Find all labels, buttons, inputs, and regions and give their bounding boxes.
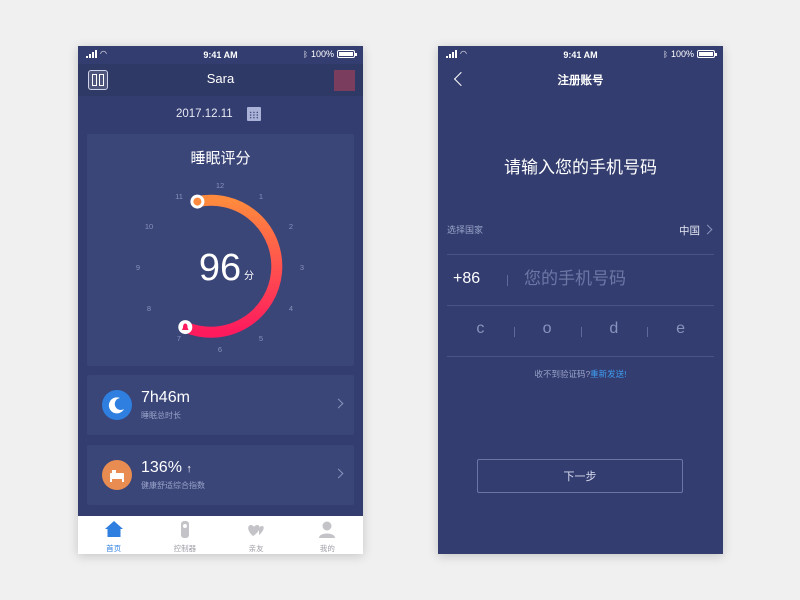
clock-number: 7 bbox=[177, 334, 181, 343]
bluetooth-icon: ᛒ bbox=[303, 49, 308, 59]
tab-home[interactable]: 首页 bbox=[78, 516, 149, 554]
clock-number: 12 bbox=[216, 181, 224, 190]
code-char: d bbox=[609, 320, 619, 337]
country-code[interactable]: +86 bbox=[453, 270, 480, 288]
tab-controller[interactable]: 控制器 bbox=[149, 516, 220, 554]
divider bbox=[507, 275, 508, 286]
battery-icon bbox=[697, 50, 717, 58]
divider bbox=[514, 327, 515, 337]
home-icon bbox=[104, 521, 123, 537]
country-value: 中国 bbox=[679, 225, 700, 237]
status-bar: ◠ 9:41 AM ᛒ 100% bbox=[78, 46, 363, 64]
score-unit: 分 bbox=[244, 270, 254, 282]
status-bar: ◠ 9:41 AM ᛒ 100% bbox=[438, 46, 723, 64]
country-selector[interactable]: 选择国家 中国 bbox=[447, 211, 714, 255]
divider bbox=[647, 327, 648, 337]
phone-input[interactable] bbox=[524, 267, 704, 291]
country-label: 选择国家 bbox=[447, 225, 484, 235]
clock-number: 5 bbox=[259, 334, 263, 343]
clock-number: 3 bbox=[300, 263, 304, 272]
resend-row: 收不到验证码?重新发送! bbox=[438, 368, 723, 380]
home-screen: ◠ 9:41 AM ᛒ 100% Sara 2017.12.11 睡眠评分 12… bbox=[78, 46, 363, 554]
clock-number: 8 bbox=[147, 304, 151, 313]
sleep-duration-label: 睡眠总时长 bbox=[141, 411, 181, 420]
avatar[interactable] bbox=[334, 70, 355, 91]
calendar-icon[interactable] bbox=[247, 107, 261, 121]
sleep-score-card: 睡眠评分 12 1 2 3 4 5 6 7 8 9 10 11 96 分 bbox=[87, 134, 354, 366]
tab-profile[interactable]: 我的 bbox=[292, 516, 363, 554]
user-name: Sara bbox=[206, 71, 235, 86]
bluetooth-icon: ᛒ bbox=[663, 49, 668, 59]
clock-number: 9 bbox=[136, 263, 140, 272]
clock-number: 6 bbox=[218, 345, 222, 354]
tab-label: 我的 bbox=[319, 544, 335, 553]
sleep-score-dial: 121234567891011 96 分 bbox=[136, 181, 304, 354]
battery-percent: 100% bbox=[310, 49, 334, 59]
code-char: o bbox=[542, 320, 552, 337]
trend-up-icon: ↑ bbox=[186, 463, 192, 475]
tab-bar: 首页 控制器 亲友 我的 bbox=[78, 516, 363, 554]
score-value: 96 bbox=[199, 247, 241, 289]
comfort-index-card[interactable]: 136% ↑ 健康舒适综合指数 bbox=[87, 445, 354, 505]
code-char: e bbox=[676, 320, 686, 337]
tab-friends[interactable]: 亲友 bbox=[221, 516, 292, 554]
clock-number: 11 bbox=[175, 192, 183, 201]
user-icon bbox=[319, 521, 336, 538]
wake-marker bbox=[178, 320, 193, 335]
comfort-index-value: 136% ↑ bbox=[141, 459, 192, 476]
home-header: Sara bbox=[78, 64, 363, 96]
clock-number: 1 bbox=[259, 192, 263, 201]
clock-number: 10 bbox=[145, 222, 153, 231]
sleep-duration-value: 7h46m bbox=[141, 389, 190, 406]
friends-icon bbox=[248, 525, 264, 536]
comfort-index-label: 健康舒适综合指数 bbox=[141, 481, 205, 490]
sleep-start-marker bbox=[190, 194, 205, 209]
battery-icon bbox=[337, 50, 357, 58]
next-button[interactable]: 下一步 bbox=[477, 459, 683, 493]
sleep-duration-card[interactable]: 7h46m 睡眠总时长 bbox=[87, 375, 354, 435]
code-char: c bbox=[476, 320, 485, 337]
phone-prompt: 请输入您的手机号码 bbox=[504, 158, 657, 177]
chevron-right-icon bbox=[702, 224, 713, 235]
remote-icon bbox=[180, 521, 189, 538]
resend-hint: 收不到验证码? bbox=[534, 369, 591, 379]
resend-link[interactable]: 重新发送! bbox=[590, 369, 626, 379]
register-screen: ◠ 9:41 AM ᛒ 100% 注册账号 请输入您的手机号码 选择国家 中国 … bbox=[438, 46, 723, 554]
phone-field-row: +86 bbox=[447, 254, 714, 306]
battery-percent: 100% bbox=[670, 49, 694, 59]
bed-icon bbox=[102, 460, 132, 490]
page-title: 注册账号 bbox=[557, 75, 604, 87]
clock-number: 2 bbox=[289, 222, 293, 231]
moon-icon bbox=[102, 390, 132, 420]
date-selector[interactable]: 2017.12.11 bbox=[78, 96, 363, 134]
date-label: 2017.12.11 bbox=[176, 108, 233, 120]
verification-code-field[interactable]: c o d e bbox=[447, 305, 714, 357]
tab-label: 首页 bbox=[106, 544, 122, 553]
sleep-start-icon bbox=[193, 197, 202, 206]
register-header: 注册账号 bbox=[438, 64, 723, 96]
chevron-right-icon bbox=[333, 468, 344, 479]
tab-label: 亲友 bbox=[248, 544, 264, 553]
divider bbox=[581, 327, 582, 337]
tab-label: 控制器 bbox=[173, 544, 197, 553]
chevron-right-icon bbox=[333, 398, 344, 409]
clock-number: 4 bbox=[289, 304, 293, 313]
